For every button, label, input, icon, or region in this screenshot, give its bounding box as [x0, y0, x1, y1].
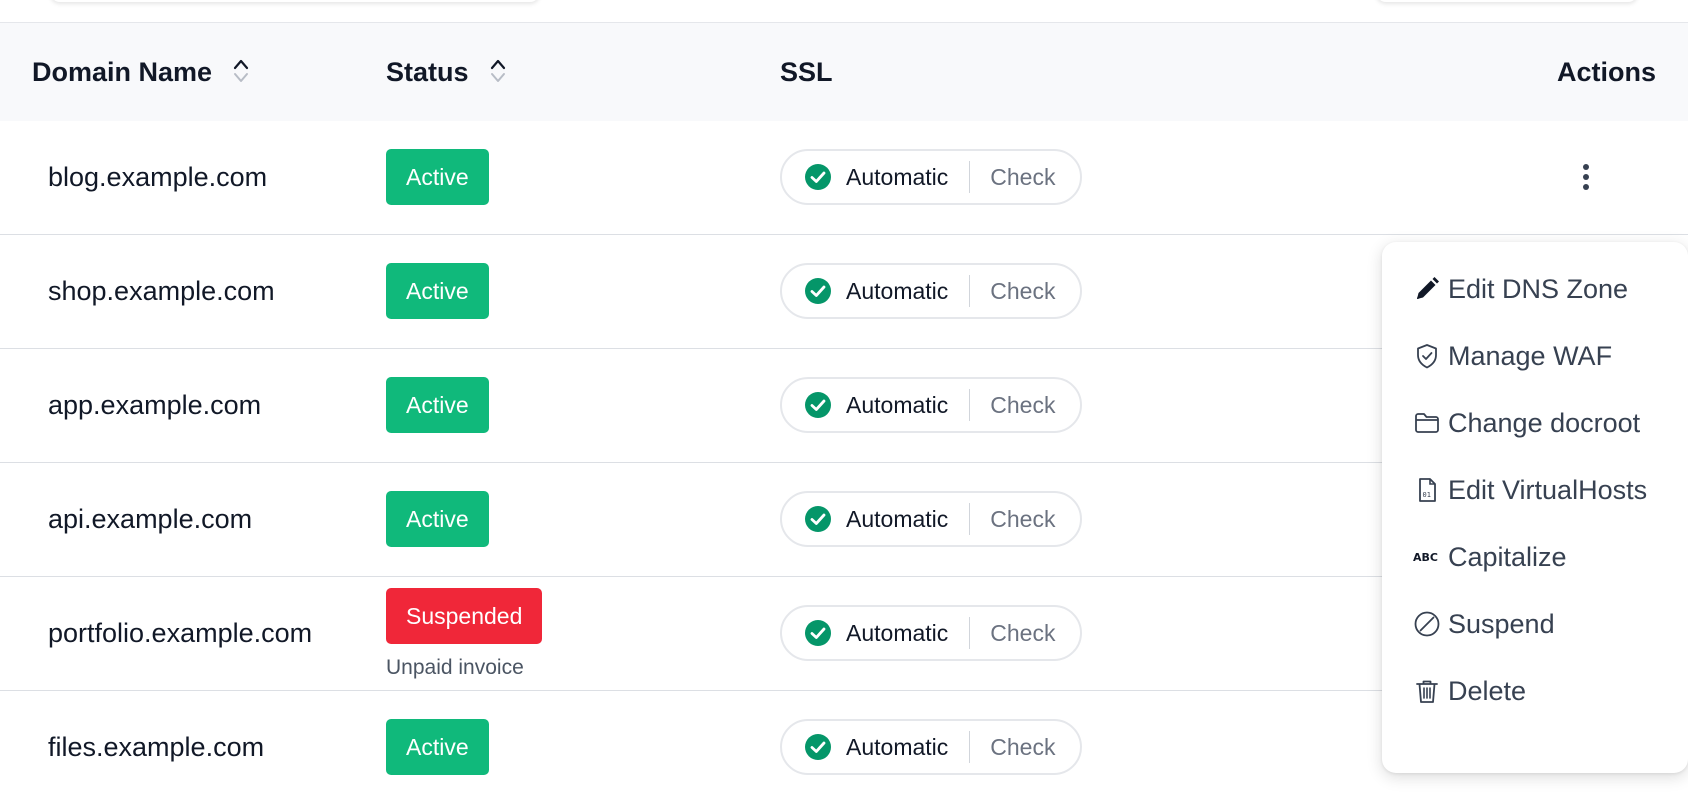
column-header-actions: Actions [1557, 23, 1656, 121]
divider [969, 617, 971, 649]
menu-item-label: Capitalize [1448, 541, 1567, 572]
domain-name[interactable]: app.example.com [48, 349, 261, 462]
domain-name[interactable]: portfolio.example.com [48, 577, 312, 690]
check-circle-icon [804, 163, 832, 191]
ssl-status: Automatic Check [780, 263, 1082, 319]
shield-check-icon [1412, 341, 1442, 371]
menu-item-label: Edit DNS Zone [1448, 273, 1629, 304]
divider [969, 161, 971, 193]
domains-page: Domain Name Status SSL Actions blog.exam… [0, 0, 1688, 796]
menu-item-label: Manage WAF [1448, 340, 1613, 371]
status-badge: Active [386, 719, 489, 775]
ssl-mode: Automatic [846, 163, 949, 190]
ssl-mode: Automatic [846, 619, 949, 646]
ssl-status: Automatic Check [780, 605, 1082, 661]
more-actions-button[interactable] [1572, 153, 1600, 201]
menu-item-change-docroot[interactable]: Change docroot [1412, 399, 1640, 447]
actions-menu: Edit DNS Zone Manage WAF Change docroot … [1382, 242, 1688, 773]
column-header-status[interactable]: Status [386, 23, 507, 121]
domain-name[interactable]: files.example.com [48, 691, 264, 796]
sort-desc-icon [490, 73, 505, 82]
column-header-domain-label: Domain Name [32, 56, 213, 87]
menu-item-label: Delete [1448, 675, 1527, 706]
svg-text:01: 01 [1423, 491, 1431, 499]
check-circle-icon [804, 277, 832, 305]
ssl-status: Automatic Check [780, 491, 1082, 547]
menu-item-suspend[interactable]: Suspend [1412, 600, 1555, 648]
toolbar-button[interactable] [1376, 0, 1638, 2]
ssl-mode: Automatic [846, 391, 949, 418]
menu-item-label: Edit VirtualHosts [1448, 474, 1648, 505]
column-header-domain[interactable]: Domain Name [32, 23, 250, 121]
menu-item-label: Change docroot [1448, 407, 1641, 438]
column-header-ssl: SSL [780, 23, 833, 121]
check-circle-icon [804, 391, 832, 419]
check-circle-icon [804, 619, 832, 647]
status-badge: Active [386, 263, 489, 319]
sort-desc-icon [234, 73, 249, 82]
check-circle-icon [804, 505, 832, 533]
status-badge: Suspended [386, 588, 543, 644]
column-header-status-label: Status [386, 56, 469, 87]
trash-icon [1412, 676, 1442, 706]
menu-item-edit-virtualhosts[interactable]: 01 Edit VirtualHosts [1412, 466, 1647, 514]
file-code-icon: 01 [1412, 475, 1442, 505]
check-circle-icon [804, 733, 832, 761]
ssl-mode: Automatic [846, 733, 949, 760]
sort-icon[interactable] [489, 57, 507, 85]
divider [969, 389, 971, 421]
ssl-mode: Automatic [846, 505, 949, 532]
ssl-check-button[interactable]: Check [990, 734, 1055, 761]
kebab-menu-icon [1583, 164, 1589, 190]
status-badge: Active [386, 491, 489, 547]
divider [969, 731, 971, 763]
column-header-ssl-label: SSL [780, 56, 833, 87]
ssl-check-button[interactable]: Check [990, 164, 1055, 191]
ssl-check-button[interactable]: Check [990, 506, 1055, 533]
sort-icon[interactable] [232, 57, 250, 85]
abc-icon: ABC [1412, 542, 1442, 572]
domain-name[interactable]: shop.example.com [48, 235, 275, 348]
slash-circle-icon [1412, 609, 1442, 639]
ssl-mode: Automatic [846, 277, 949, 304]
ssl-check-button[interactable]: Check [990, 392, 1055, 419]
ssl-check-button[interactable]: Check [990, 620, 1055, 647]
status-badge: Active [386, 377, 489, 433]
menu-item-manage-waf[interactable]: Manage WAF [1412, 332, 1612, 380]
search-input[interactable] [50, 0, 540, 2]
domain-name[interactable]: api.example.com [48, 463, 252, 576]
table-header: Domain Name Status SSL Actions [0, 22, 1688, 121]
pencil-icon [1412, 274, 1442, 304]
menu-item-label: Suspend [1448, 608, 1555, 639]
status-note: Unpaid invoice [386, 656, 524, 679]
folder-icon [1412, 408, 1442, 438]
divider [969, 503, 971, 535]
ssl-status: Automatic Check [780, 149, 1082, 205]
svg-text:ABC: ABC [1413, 551, 1438, 564]
table-row: blog.example.com Active Automatic Check [0, 121, 1688, 235]
ssl-status: Automatic Check [780, 377, 1082, 433]
status-badge: Active [386, 149, 489, 205]
ssl-status: Automatic Check [780, 719, 1082, 775]
sort-asc-icon [233, 59, 249, 70]
sort-asc-icon [490, 59, 505, 70]
divider [969, 275, 971, 307]
ssl-check-button[interactable]: Check [990, 278, 1055, 305]
domain-name[interactable]: blog.example.com [48, 121, 267, 234]
menu-item-delete[interactable]: Delete [1412, 667, 1526, 715]
menu-item-capitalize[interactable]: ABC Capitalize [1412, 533, 1567, 581]
menu-item-edit-dns-zone[interactable]: Edit DNS Zone [1412, 265, 1628, 313]
column-header-actions-label: Actions [1556, 56, 1656, 87]
